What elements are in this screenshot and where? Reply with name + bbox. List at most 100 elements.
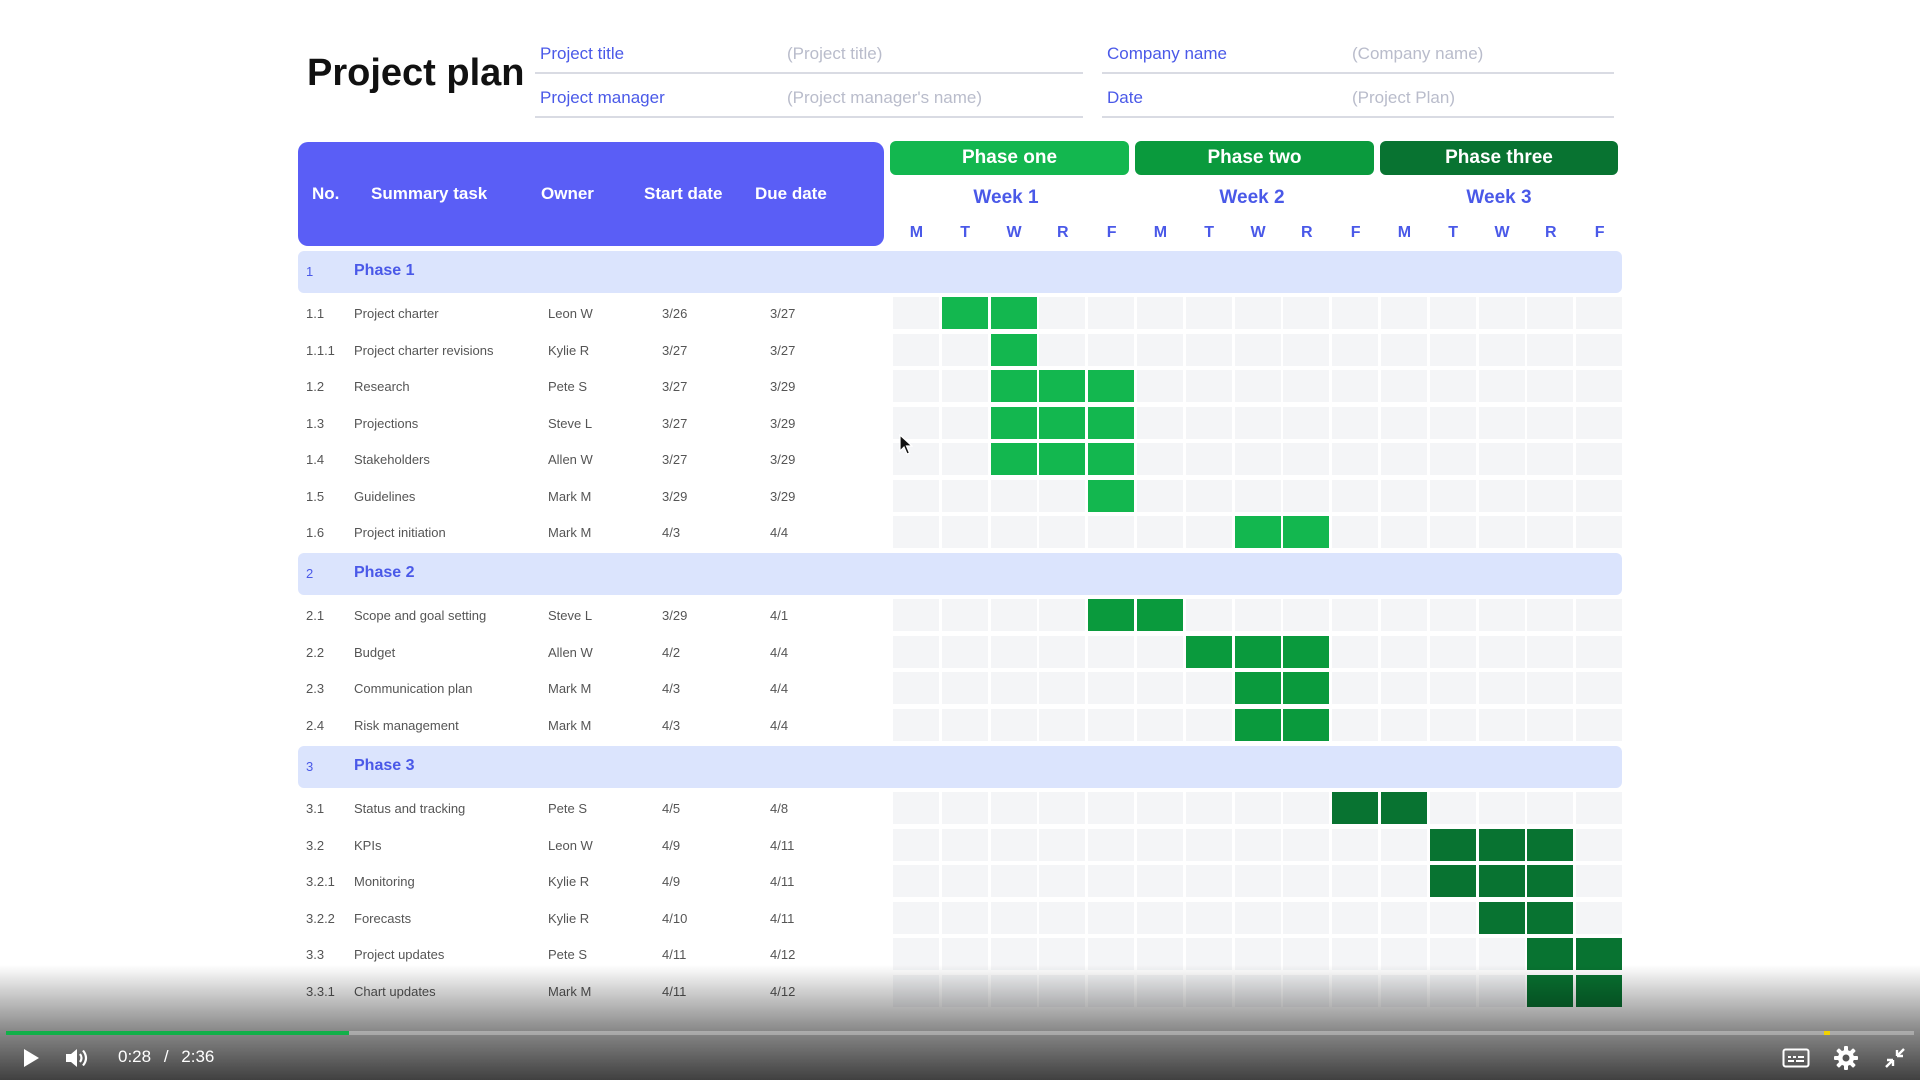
gantt-cell: [1234, 865, 1281, 897]
task-owner: Leon W: [548, 837, 593, 853]
gantt-cell: [1381, 599, 1427, 631]
duration: 2:36: [181, 1047, 215, 1066]
gantt-bar: [1088, 443, 1135, 475]
gantt-cell: [1381, 672, 1427, 704]
gantt-bar: [1478, 865, 1525, 897]
task-due-date: 4/4: [770, 525, 789, 540]
task-due-date: 4/8: [770, 801, 789, 816]
exit-fullscreen-icon: [1885, 1048, 1905, 1068]
gantt-cell: [1576, 516, 1623, 548]
gantt-cell: [1234, 406, 1281, 439]
week-1-label: Week 1: [973, 187, 1039, 208]
gantt-cell: [941, 635, 988, 668]
task-start-date: 4/9: [662, 874, 681, 889]
project-title-value: (Project title): [787, 44, 883, 63]
gantt-cell: [1576, 708, 1623, 741]
task-due-date: 4/4: [770, 644, 789, 660]
gantt-cell: [1185, 406, 1232, 439]
gantt-cell: [1429, 635, 1476, 668]
gantt-bar: [1234, 635, 1281, 668]
gantt-cell: [1185, 708, 1232, 741]
gantt-cell: [1381, 901, 1427, 934]
task-due-date: 3/29: [770, 379, 796, 394]
phase-row: 1 Phase 1: [298, 251, 1622, 293]
task-start-date: 3/26: [662, 306, 688, 321]
week-2-label: Week 2: [1219, 187, 1285, 208]
play-button[interactable]: [16, 1044, 46, 1072]
gantt-cell: [1478, 599, 1525, 631]
gantt-cell: [1185, 828, 1232, 861]
gantt-cell: [1576, 443, 1623, 475]
gantt-cell: [990, 479, 1037, 512]
gantt-cell: [1527, 599, 1574, 631]
volume-button[interactable]: [60, 1044, 94, 1072]
gantt-cell: [1478, 672, 1525, 704]
gantt-cell: [941, 865, 988, 897]
exit-fullscreen-button[interactable]: [1878, 1044, 1912, 1072]
day-label: T: [1204, 224, 1215, 241]
gantt-cell: [1429, 516, 1476, 548]
phase-row: 2 Phase 2: [298, 553, 1622, 595]
gantt-bar: [941, 297, 988, 329]
gantt-cell: [941, 792, 988, 824]
gantt-cell: [990, 828, 1037, 861]
settings-button[interactable]: [1829, 1044, 1863, 1072]
gantt-cell: [1332, 516, 1379, 548]
phase-name: Phase 3: [354, 757, 415, 774]
gantt-cell: [893, 297, 939, 329]
task-owner: Kylie R: [548, 342, 590, 358]
gantt-cell: [941, 708, 988, 741]
task-owner: Mark M: [548, 525, 592, 540]
gantt-cell: [990, 901, 1037, 934]
gantt-cell: [1137, 479, 1183, 512]
phase-two-header: Phase two: [1135, 141, 1374, 175]
gantt-cell: [990, 708, 1037, 741]
time-display: 0:28 / 2:36: [118, 1047, 214, 1067]
gantt-bar: [1137, 599, 1183, 631]
progress-chapter-marker: [1824, 1031, 1830, 1035]
project-manager-value: (Project manager's name): [787, 88, 983, 107]
phase-number: 2: [306, 566, 314, 581]
task-number: 2.3: [306, 681, 325, 696]
task-due-date: 3/29: [770, 415, 796, 431]
gantt-cell: [941, 672, 988, 704]
gantt-cell: [1429, 792, 1476, 824]
gantt-cell: [893, 865, 939, 897]
gantt-cell: [1527, 370, 1574, 402]
gantt-bar: [1039, 443, 1086, 475]
captions-button[interactable]: [1779, 1044, 1813, 1072]
task-start-date: 4/3: [662, 681, 681, 696]
gantt-bar: [1185, 635, 1232, 668]
gantt-cell: [893, 828, 939, 861]
day-label: M: [1397, 224, 1412, 241]
gantt-cell: [893, 479, 939, 512]
gantt-cell: [1332, 479, 1379, 512]
gantt-cell: [893, 792, 939, 824]
gantt-bar: [1283, 672, 1330, 704]
page-title: Project plan: [307, 52, 525, 94]
gantt-cell: [1039, 865, 1086, 897]
task-name: KPIs: [354, 837, 382, 853]
task-number: 1.1.1: [306, 342, 335, 358]
task-number: 2.4: [306, 717, 325, 733]
gantt-bar: [990, 370, 1037, 402]
task-owner: Steve L: [548, 415, 593, 431]
gantt-cell: [1283, 479, 1330, 512]
gantt-cell: [1527, 333, 1574, 366]
gantt-cell: [1234, 479, 1281, 512]
task-name: Risk management: [354, 717, 459, 733]
task-due-date: 4/4: [770, 681, 789, 696]
gantt-cell: [1185, 516, 1232, 548]
gantt-cell: [1332, 370, 1379, 402]
phase-row: 3 Phase 3: [298, 746, 1622, 788]
gantt-cell: [1527, 635, 1574, 668]
gantt-bar: [1381, 792, 1427, 824]
gantt-cell: [1137, 828, 1183, 861]
gantt-cell: [1234, 828, 1281, 861]
task-number: 3.2.1: [306, 874, 335, 889]
gantt-bar: [990, 443, 1037, 475]
task-start-date: 3/29: [662, 488, 688, 504]
gantt-cell: [1478, 443, 1525, 475]
gantt-cell: [1039, 479, 1086, 512]
task-number: 3.1: [306, 801, 325, 816]
